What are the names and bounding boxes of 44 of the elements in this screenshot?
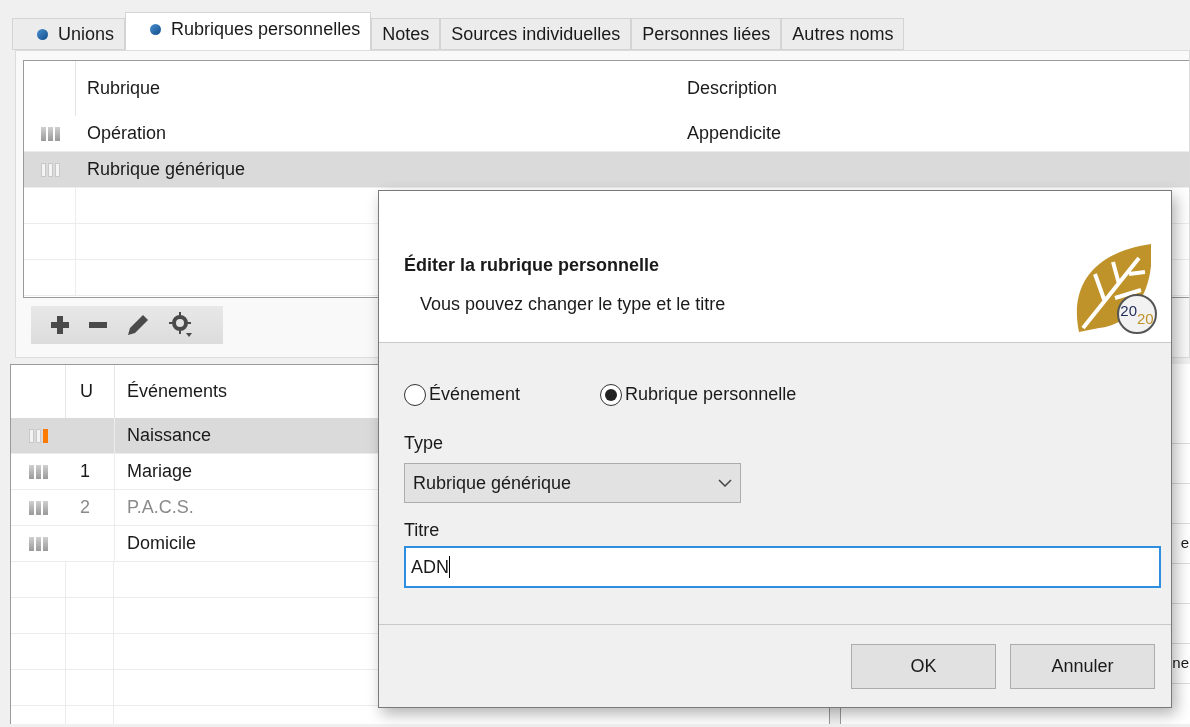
- title-input-field[interactable]: ADN: [404, 546, 1161, 588]
- pencil-icon[interactable]: [127, 314, 149, 336]
- radio-option[interactable]: Événement: [404, 381, 521, 408]
- tab[interactable]: Rubriques personnelles: [125, 12, 372, 50]
- tab[interactable]: Personnes liées: [631, 18, 782, 50]
- column-header[interactable]: Description: [676, 75, 778, 102]
- table-cell-text: Mariage: [127, 460, 193, 483]
- table-cell-text: Appendicite: [686, 122, 782, 145]
- dialog-button[interactable]: OK: [851, 643, 996, 689]
- table-cell-text: 2: [80, 496, 90, 519]
- table-cell-text: Rubrique générique: [86, 158, 247, 181]
- radio-icon[interactable]: [600, 383, 623, 406]
- column-header[interactable]: Rubrique: [76, 75, 676, 102]
- drag-handle-icon[interactable]: [29, 428, 48, 443]
- drag-handle-icon[interactable]: [29, 536, 48, 551]
- field-label: Titre: [404, 519, 441, 542]
- drag-handle-icon[interactable]: [29, 464, 48, 479]
- tab[interactable]: Sources individuelles: [440, 18, 632, 50]
- table-cell-text: e: [1180, 533, 1189, 554]
- table-cell-text: Domicile: [127, 532, 196, 555]
- dialog-title: Éditer la rubrique personnelle: [404, 253, 661, 277]
- radio-icon[interactable]: [404, 383, 426, 406]
- type-dropdown[interactable]: Rubrique générique: [404, 463, 741, 503]
- tab[interactable]: Unions: [12, 18, 126, 50]
- drag-handle-icon[interactable]: [40, 126, 60, 141]
- table-cell-text: P.A.C.S.: [127, 496, 194, 519]
- column-header[interactable]: U: [66, 378, 114, 405]
- dialog-subtitle: Vous pouvez changer le type et le titre: [420, 293, 726, 316]
- tab[interactable]: Notes: [371, 18, 441, 50]
- settings-icon[interactable]: [169, 312, 193, 338]
- table-cell-text: Naissance: [127, 424, 212, 447]
- drag-handle-icon[interactable]: [40, 162, 60, 177]
- table-cell-text: Opération: [86, 122, 168, 145]
- dialog-button[interactable]: Annuler: [1010, 643, 1155, 689]
- logo-badge-text: 20: [1120, 302, 1137, 318]
- chevron-down-icon: [718, 479, 732, 487]
- table-cell-text: ne: [1172, 653, 1189, 674]
- logo-badge-text: 20: [1137, 310, 1154, 326]
- add-icon[interactable]: [51, 316, 69, 334]
- table-row[interactable]: Rubrique générique: [24, 152, 1189, 188]
- field-label: Type: [404, 432, 445, 455]
- table-cell-text: 1: [80, 460, 90, 483]
- radio-option[interactable]: Rubrique personnelle: [600, 381, 797, 408]
- tab[interactable]: Autres noms: [781, 18, 905, 50]
